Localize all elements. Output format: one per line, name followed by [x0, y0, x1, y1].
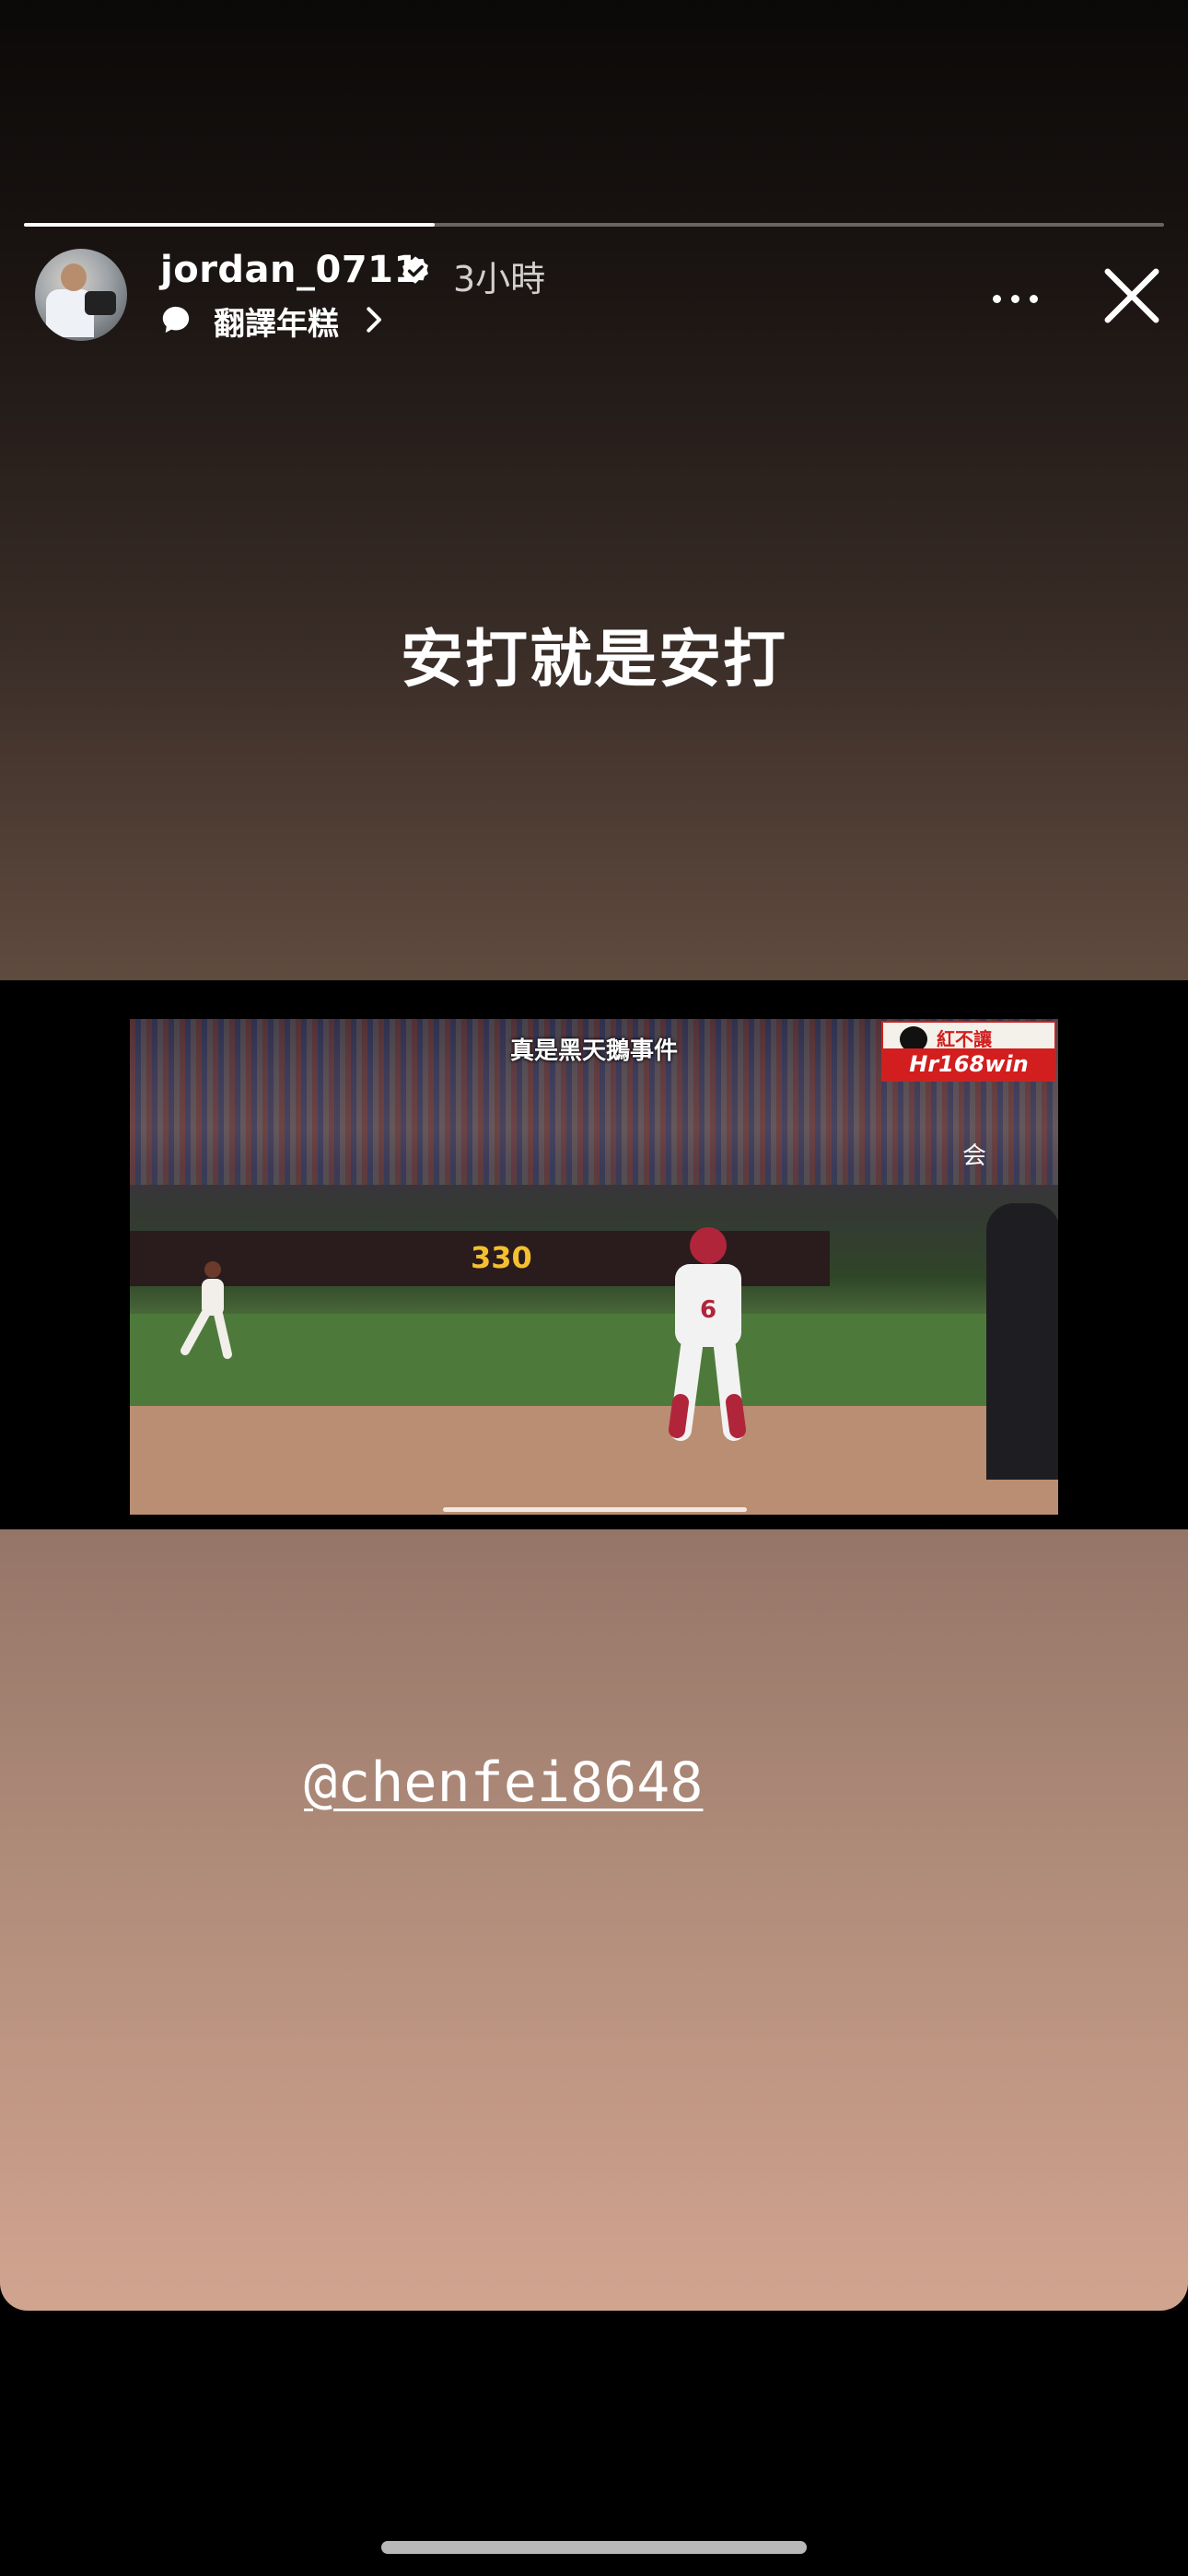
home-indicator[interactable]	[381, 2541, 807, 2554]
story-progress-bar	[24, 223, 1164, 227]
song-title: 翻譯年糕	[214, 306, 339, 343]
verified-badge-icon	[402, 256, 428, 284]
story-headline: 安打就是安打	[400, 624, 787, 697]
infield-dirt	[130, 1406, 1058, 1515]
baseball-video[interactable]: 330 6 真是黑天鵝事件 紅不讓 Hr168win 会	[130, 1019, 1058, 1515]
logo-bottom-text: Hr168win	[883, 1048, 1054, 1080]
story-progress-fill	[24, 223, 435, 227]
chevron-right-icon	[367, 307, 381, 333]
runner-figure	[181, 1261, 232, 1359]
watermark-logo: 紅不讓 Hr168win	[881, 1021, 1056, 1082]
batter-figure: 6	[669, 1227, 746, 1441]
post-time: 3小時	[453, 259, 546, 299]
video-scrub-bar[interactable]	[443, 1507, 747, 1512]
mention-link[interactable]: @chenfei8648	[304, 1751, 703, 1815]
more-options-button[interactable]	[985, 282, 1046, 319]
story-header: jordan_0711 3小時 翻譯年糕	[0, 241, 1188, 352]
video-container: 330 6 真是黑天鵝事件 紅不讓 Hr168win 会	[0, 980, 1188, 1529]
corner-text: 会	[962, 1142, 987, 1170]
username[interactable]: jordan_0711	[160, 249, 420, 291]
close-icon[interactable]	[1100, 263, 1164, 328]
wall-distance-marker: 330	[471, 1240, 532, 1275]
speech-bubble-icon	[162, 306, 190, 334]
logo-top-text: 紅不讓	[937, 1028, 992, 1050]
story-card[interactable]: jordan_0711 3小時 翻譯年糕 安打就是安打 330 6 真是黑天鵝事…	[0, 0, 1188, 2311]
avatar[interactable]	[35, 249, 127, 341]
umpire-figure	[986, 1203, 1058, 1480]
field-grass	[130, 1314, 1058, 1415]
jersey-number: 6	[700, 1296, 716, 1324]
